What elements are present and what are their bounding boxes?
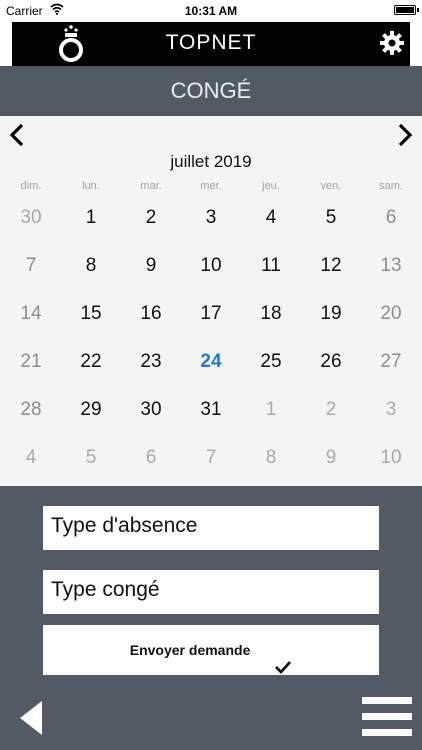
- hamburger-menu-icon[interactable]: [362, 697, 412, 737]
- calendar-day[interactable]: 9: [121, 246, 181, 286]
- calendar-day[interactable]: 10: [181, 246, 241, 286]
- calendar-day[interactable]: 29: [61, 390, 121, 430]
- calendar-day[interactable]: 2: [301, 390, 361, 430]
- calendar-day[interactable]: 1: [241, 390, 301, 430]
- weekday-label: lun.: [82, 180, 100, 192]
- calendar-day[interactable]: 6: [121, 438, 181, 478]
- calendar-day[interactable]: 5: [61, 438, 121, 478]
- weekday-label: sam.: [379, 180, 403, 192]
- calendar-day[interactable]: 7: [1, 246, 61, 286]
- send-request-button[interactable]: Envoyer demande: [43, 625, 379, 675]
- calendar-day[interactable]: 22: [61, 342, 121, 382]
- calendar-day[interactable]: 23: [121, 342, 181, 382]
- weekday-label: mer.: [200, 180, 222, 192]
- calendar-day[interactable]: 7: [181, 438, 241, 478]
- leave-request-form: Type d'absence Type congé Envoyer demand…: [0, 486, 422, 750]
- calendar-day[interactable]: 20: [361, 294, 421, 334]
- calendar: juillet 2019 dim. lun. mar. mer. jeu. ve…: [0, 116, 422, 486]
- calendar-day[interactable]: 3: [361, 390, 421, 430]
- calendar-day[interactable]: 14: [1, 294, 61, 334]
- send-request-label: Envoyer demande: [129, 642, 251, 658]
- calendar-day[interactable]: 13: [361, 246, 421, 286]
- calendar-day[interactable]: 12: [301, 246, 361, 286]
- chevron-left-icon[interactable]: [6, 120, 28, 150]
- calendar-day[interactable]: 18: [241, 294, 301, 334]
- battery-icon: [394, 5, 419, 15]
- month-title: juillet 2019: [170, 152, 252, 171]
- gear-icon[interactable]: [380, 31, 404, 55]
- top-bar: TOPNET: [0, 22, 422, 66]
- calendar-day[interactable]: 8: [241, 438, 301, 478]
- back-triangle-icon[interactable]: [18, 700, 44, 736]
- checkmark-icon: [274, 644, 292, 675]
- page-title: CONGÉ: [0, 66, 422, 116]
- chevron-right-icon[interactable]: [394, 120, 416, 150]
- calendar-day[interactable]: 15: [61, 294, 121, 334]
- status-bar: Carrier 10:31 AM: [0, 0, 422, 22]
- leave-type-select[interactable]: Type congé: [43, 570, 379, 614]
- calendar-day[interactable]: 17: [181, 294, 241, 334]
- status-time: 10:31 AM: [184, 4, 238, 18]
- calendar-day[interactable]: 30: [121, 390, 181, 430]
- calendar-day[interactable]: 1: [61, 198, 121, 238]
- absence-type-select[interactable]: Type d'absence: [43, 506, 379, 550]
- calendar-day[interactable]: 9: [301, 438, 361, 478]
- calendar-day-today[interactable]: 24: [181, 342, 241, 382]
- calendar-day[interactable]: 30: [1, 198, 61, 238]
- calendar-day[interactable]: 28: [1, 390, 61, 430]
- app-header: TOPNET: [12, 22, 410, 66]
- weekday-label: dim.: [20, 180, 42, 192]
- calendar-day[interactable]: 3: [181, 198, 241, 238]
- calendar-day[interactable]: 26: [301, 342, 361, 382]
- calendar-day[interactable]: 11: [241, 246, 301, 286]
- weekday-label: ven.: [320, 180, 342, 192]
- calendar-day[interactable]: 4: [241, 198, 301, 238]
- calendar-day[interactable]: 21: [1, 342, 61, 382]
- calendar-day[interactable]: 4: [1, 438, 61, 478]
- calendar-day[interactable]: 8: [61, 246, 121, 286]
- calendar-day[interactable]: 27: [361, 342, 421, 382]
- calendar-day[interactable]: 31: [181, 390, 241, 430]
- calendar-day[interactable]: 5: [301, 198, 361, 238]
- calendar-day[interactable]: 6: [361, 198, 421, 238]
- calendar-day[interactable]: 2: [121, 198, 181, 238]
- weekday-header: dim. lun. mar. mer. jeu. ven. sam.: [0, 180, 422, 196]
- calendar-day[interactable]: 25: [241, 342, 301, 382]
- calendar-day[interactable]: 10: [361, 438, 421, 478]
- calendar-day[interactable]: 16: [121, 294, 181, 334]
- weekday-label: jeu.: [262, 180, 280, 192]
- weekday-label: mar.: [140, 180, 162, 192]
- app-title: TOPNET: [165, 31, 257, 54]
- calendar-day[interactable]: 19: [301, 294, 361, 334]
